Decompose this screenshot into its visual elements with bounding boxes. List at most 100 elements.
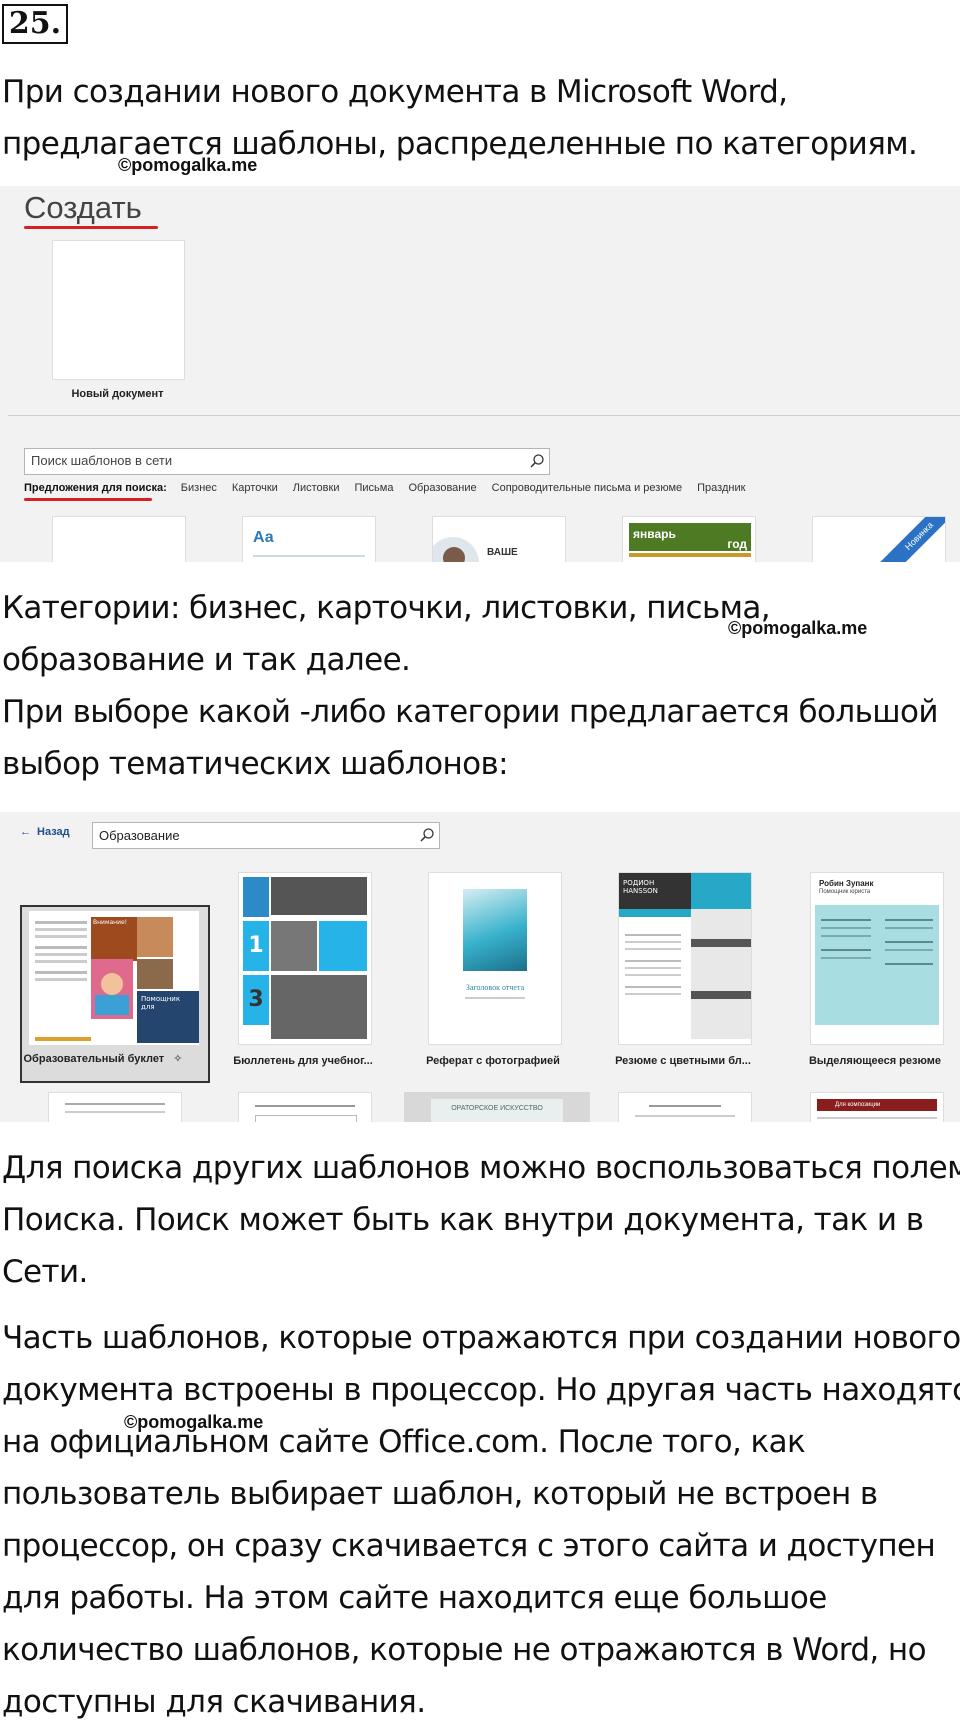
- paragraph-line: Часть шаблонов, которые отражаются при с…: [2, 1320, 960, 1356]
- newsletter-photo: [271, 877, 367, 915]
- template-thumbnail[interactable]: [52, 516, 186, 562]
- thumb-month: январь: [633, 527, 676, 541]
- avatar: [443, 547, 465, 562]
- blank-document-thumbnail[interactable]: [52, 240, 185, 380]
- newsletter-number-1: 1: [243, 921, 269, 971]
- template-thumbnail[interactable]: январь год: [622, 516, 756, 562]
- paragraph-line: процессор, он сразу скачивается с этого …: [2, 1528, 936, 1564]
- search-value: Образование: [99, 828, 180, 843]
- task-number: 25.: [2, 4, 68, 44]
- thumb-text: ВАШЕ: [487, 547, 518, 558]
- template-card-newsletter[interactable]: 1 3: [238, 872, 372, 1045]
- divider: [8, 415, 960, 416]
- create-underline: [24, 226, 158, 229]
- template-search-input[interactable]: Поиск шаблонов в сети: [24, 448, 550, 475]
- calendar-bar: [629, 553, 751, 557]
- word-create-screenshot: Создать Новый документ Поиск шаблонов в …: [0, 186, 960, 562]
- paragraph-line: количество шаблонов, которые не отражают…: [2, 1632, 927, 1668]
- thumb-year: год: [727, 537, 747, 551]
- paragraph-line: Для поиска других шаблонов можно восполь…: [2, 1150, 960, 1186]
- resume-teal-bar: [619, 909, 691, 917]
- intro-line: При создании нового документа в Microsof…: [2, 74, 788, 110]
- watermark: ©pomogalka.me: [118, 155, 258, 175]
- thumb-line: [253, 555, 365, 557]
- resume-text-lines: [625, 929, 681, 1029]
- template-card-booklet[interactable]: Внимание! Помощник для: [28, 910, 200, 1046]
- back-label: Назад: [37, 826, 70, 838]
- suggestions-underline: [24, 498, 152, 501]
- template-card-report[interactable]: Заголовок отчета: [428, 872, 562, 1045]
- template-label: Резюме с цветными бл...: [615, 1055, 751, 1067]
- newsletter-photo: [271, 975, 367, 1039]
- template-card-resume-standout[interactable]: Робин Зупанк Помощник юриста: [810, 872, 944, 1045]
- booklet-blue-block: Помощник для: [137, 991, 199, 1043]
- new-document-label: Новый документ: [71, 388, 164, 400]
- booklet-text-column: [35, 917, 87, 1035]
- resume-teal-block: [691, 873, 751, 909]
- suggestion-link[interactable]: Образование: [408, 482, 476, 494]
- resume-name: Робин Зупанк: [819, 879, 874, 888]
- report-title: Заголовок отчета: [465, 983, 525, 992]
- template-label: Реферат с фотографией: [426, 1055, 560, 1067]
- resume-section-bar: [691, 939, 751, 947]
- office-com-paragraph: Часть шаблонов, которые отражаются при с…: [2, 1312, 960, 1728]
- watermark: ©pomogalka.me: [124, 1412, 264, 1432]
- template-label: Образовательный буклет ✧: [18, 1052, 188, 1065]
- template-card[interactable]: [238, 1092, 372, 1122]
- resume-subtitle: Помощник юриста: [819, 889, 871, 895]
- suggestion-link[interactable]: Бизнес: [181, 482, 217, 494]
- new-badge: Новинка: [870, 517, 945, 562]
- suggestion-link[interactable]: Листовки: [293, 482, 340, 494]
- search-suggestions: Предложения для поиска: Бизнес Карточки Лис…: [24, 482, 760, 494]
- paragraph-line: выбор тематических шаблонов:: [2, 746, 509, 782]
- template-card[interactable]: ОРАТОРСКОЕ ИСКУССТВО: [404, 1092, 590, 1122]
- template-label: Выделяющееся резюме: [808, 1055, 941, 1067]
- resume-name-block: РОДИОН HANSSON: [619, 873, 691, 909]
- paragraph-line: При выборе какой -либо категории предлаг…: [2, 694, 939, 730]
- template-label: Бюллетень для учебног...: [233, 1055, 373, 1067]
- resume-name-1: РОДИОН: [623, 879, 655, 887]
- bottom-card-title: Для композиции: [817, 1099, 937, 1111]
- paragraph-line: документа встроены в процессор. Но друга…: [2, 1372, 960, 1408]
- create-heading: Создать: [24, 190, 142, 225]
- template-card[interactable]: Для композиции: [810, 1092, 944, 1122]
- booklet-color-bar: [35, 1037, 91, 1041]
- suggestion-link[interactable]: Праздник: [697, 482, 745, 494]
- newsletter-number-3: 3: [243, 975, 269, 1025]
- paragraph-line: Поиска. Поиск может быть как внутри доку…: [2, 1202, 924, 1238]
- paragraph-line: пользователь выбирает шаблон, который не…: [2, 1476, 878, 1512]
- newsletter-photo: [271, 921, 317, 971]
- education-templates-screenshot: ← Назад Образование Внимание! Помощник дл…: [0, 812, 960, 1122]
- watermark: ©pomogalka.me: [728, 618, 868, 638]
- template-card-resume-color[interactable]: РОДИОН HANSSON: [618, 872, 752, 1045]
- booklet-orange-block: Внимание!: [91, 917, 137, 961]
- suggestion-link[interactable]: Письма: [354, 482, 393, 494]
- search-icon[interactable]: [529, 453, 545, 469]
- report-subtitle-line: [465, 997, 525, 999]
- paragraph-line: доступны для скачивания.: [2, 1684, 426, 1720]
- newsletter-logo-block: [243, 877, 269, 917]
- template-thumbnail[interactable]: Аа: [242, 516, 376, 562]
- pin-icon[interactable]: ✧: [173, 1053, 182, 1065]
- bottom-card-title: ОРАТОРСКОЕ ИСКУССТВО: [431, 1099, 563, 1122]
- back-arrow-icon: ←: [20, 826, 31, 838]
- template-thumbnail[interactable]: Новинка: [812, 516, 946, 562]
- template-name: Образовательный буклет: [23, 1053, 165, 1065]
- suggestion-link[interactable]: Сопроводительные письма и резюме: [492, 482, 683, 494]
- template-search-input[interactable]: Образование: [92, 822, 440, 849]
- template-card[interactable]: [48, 1092, 182, 1122]
- suggestion-link[interactable]: Карточки: [232, 482, 278, 494]
- back-button[interactable]: ← Назад: [20, 826, 70, 838]
- search-placeholder: Поиск шаблонов в сети: [31, 453, 173, 468]
- report-photo: [463, 889, 527, 971]
- thumb-aa-text: Аа: [253, 529, 274, 546]
- resume-name-2: HANSSON: [623, 887, 658, 895]
- search-icon[interactable]: [419, 827, 435, 843]
- paragraph-line: для работы. На этом сайте находится еще …: [2, 1580, 827, 1616]
- newsletter-blue-block: [319, 921, 367, 971]
- paragraph-line: образование и так далее.: [2, 642, 411, 678]
- categories-paragraph: Категории: бизнес, карточки, листовки, п…: [2, 582, 939, 790]
- template-thumbnail[interactable]: ВАШЕ: [432, 516, 566, 562]
- resume-section-bar: [691, 991, 751, 999]
- template-card[interactable]: [618, 1092, 752, 1122]
